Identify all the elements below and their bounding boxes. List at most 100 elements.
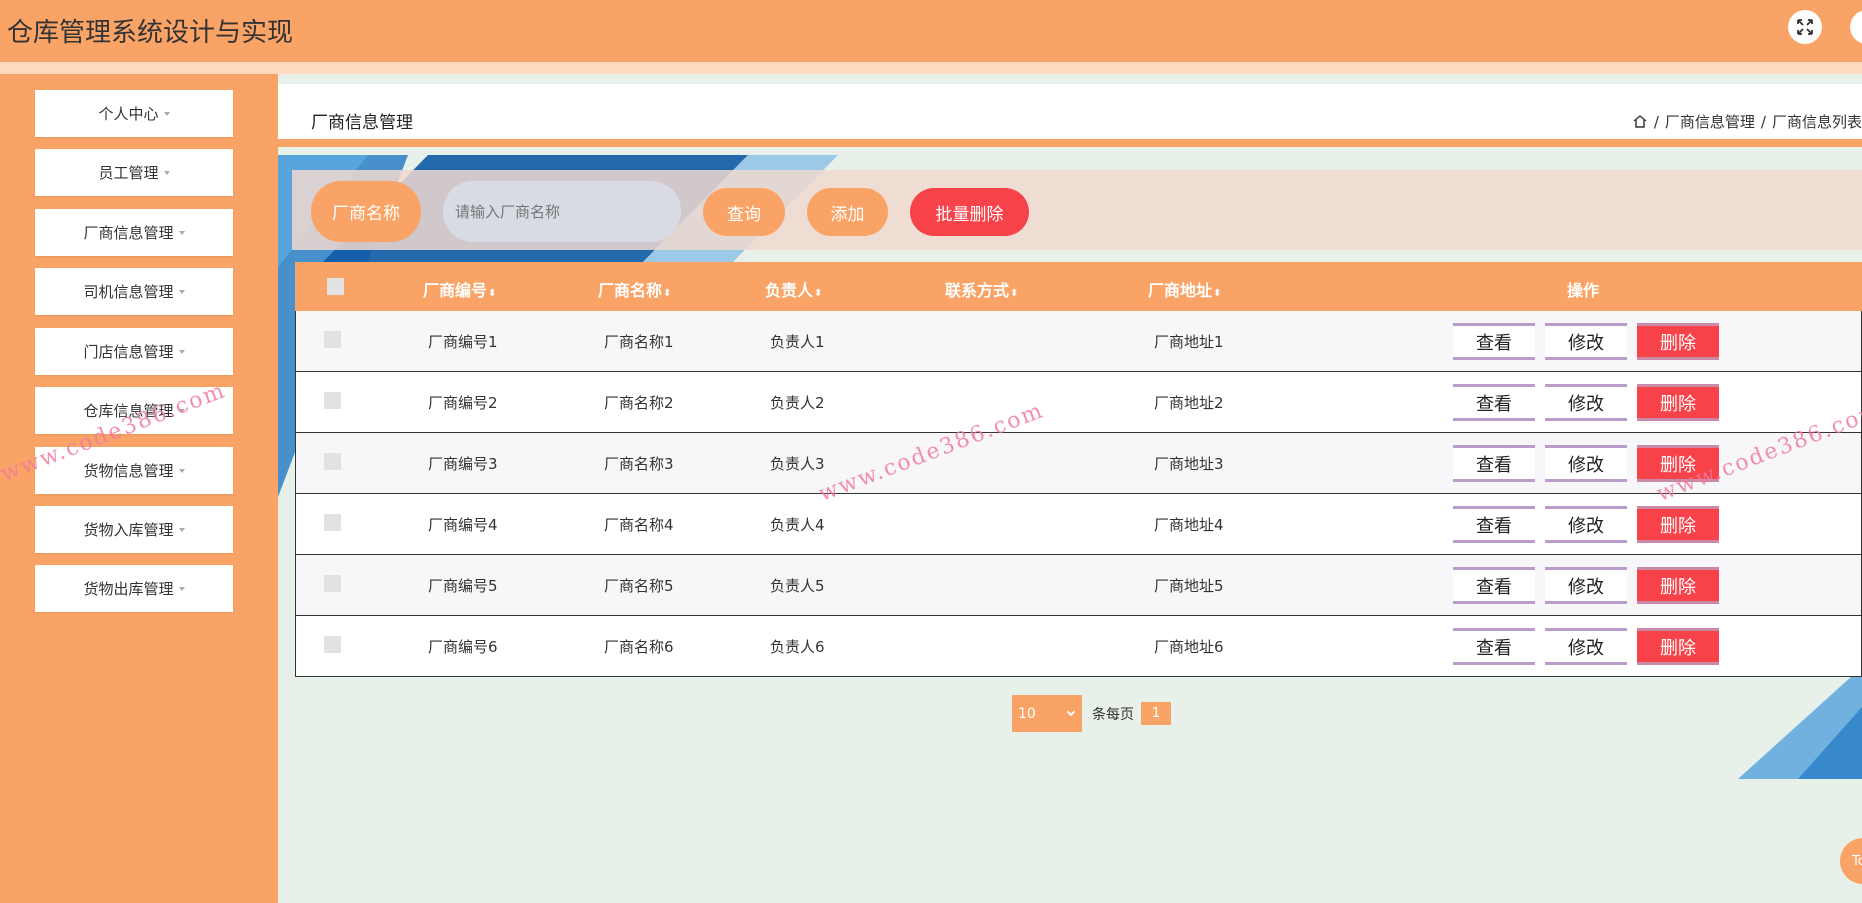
cell-owner: 负责人2 (770, 394, 825, 412)
delete-button[interactable]: 删除 (1637, 506, 1719, 543)
cell-owner: 负责人3 (770, 455, 825, 473)
column-header-label: 厂商名称 (598, 281, 663, 300)
cell-name: 厂商名称1 (604, 333, 674, 351)
view-button[interactable]: 查看 (1453, 384, 1535, 421)
edit-button[interactable]: 修改 (1545, 323, 1627, 360)
page-number-current[interactable]: 1 (1141, 702, 1171, 725)
sort-icon[interactable]: ⬍ (663, 288, 671, 299)
row-checkbox[interactable] (324, 453, 341, 470)
sidebar-item-stores[interactable]: 门店信息管理 (35, 328, 233, 375)
fullscreen-button[interactable] (1788, 10, 1822, 44)
sidebar-item-drivers[interactable]: 司机信息管理 (35, 268, 233, 315)
view-button[interactable]: 查看 (1453, 506, 1535, 543)
column-header-contact[interactable]: 联系方式⬍ (945, 277, 1018, 301)
column-header-owner[interactable]: 负责人⬍ (765, 277, 822, 301)
delete-button[interactable]: 删除 (1637, 567, 1719, 604)
chevron-down-icon (163, 170, 170, 175)
breadcrumb-item[interactable]: 厂商信息管理 (1665, 111, 1755, 132)
batch-delete-button[interactable]: 批量删除 (910, 188, 1029, 236)
cell-address: 厂商地址6 (1154, 638, 1224, 656)
cell-address: 厂商地址5 (1154, 577, 1224, 595)
search-field-label: 厂商名称 (311, 181, 421, 242)
cell-owner: 负责人6 (770, 638, 825, 656)
search-input[interactable] (443, 181, 681, 242)
edit-button[interactable]: 修改 (1545, 445, 1627, 482)
column-header-address[interactable]: 厂商地址⬍ (1148, 277, 1221, 301)
sidebar-item-goods-inbound[interactable]: 货物入库管理 (35, 506, 233, 553)
row-checkbox[interactable] (324, 514, 341, 531)
row-checkbox[interactable] (324, 575, 341, 592)
cell-code: 厂商编号1 (428, 333, 498, 351)
sidebar-item-label: 货物信息管理 (83, 462, 174, 480)
page-size-value: 10 (1018, 705, 1036, 722)
cell-owner: 负责人5 (770, 577, 825, 595)
table-row: 厂商编号4 厂商名称4 负责人4 厂商地址4 查看 修改 删除 (295, 494, 1862, 555)
cell-code: 厂商编号5 (428, 577, 498, 595)
table-row: 厂商编号5 厂商名称5 负责人5 厂商地址5 查看 修改 删除 (295, 555, 1862, 616)
cell-address: 厂商地址4 (1154, 516, 1224, 534)
chevron-down-icon (178, 349, 185, 354)
sidebar-item-goods-outbound[interactable]: 货物出库管理 (35, 565, 233, 612)
edit-button[interactable]: 修改 (1545, 384, 1627, 421)
breadcrumb-separator: / (1760, 112, 1766, 131)
expand-icon (1797, 19, 1813, 35)
row-checkbox[interactable] (324, 636, 341, 653)
home-icon[interactable] (1632, 114, 1648, 129)
sidebar-item-vendors[interactable]: 厂商信息管理 (35, 209, 233, 256)
table-row: 厂商编号2 厂商名称2 负责人2 厂商地址2 查看 修改 删除 (295, 372, 1862, 433)
cell-code: 厂商编号2 (428, 394, 498, 412)
sidebar-item-label: 货物出库管理 (83, 580, 174, 598)
per-page-label: 条每页 (1092, 707, 1134, 723)
chevron-down-icon (1066, 707, 1076, 717)
cell-name: 厂商名称4 (604, 516, 674, 534)
view-button[interactable]: 查看 (1453, 628, 1535, 665)
edit-button[interactable]: 修改 (1545, 506, 1627, 543)
sidebar-item-label: 门店信息管理 (83, 343, 174, 361)
breadcrumb: / 厂商信息管理 / 厂商信息列表 (1632, 111, 1862, 132)
row-checkbox[interactable] (324, 392, 341, 409)
column-header-code[interactable]: 厂商编号⬍ (423, 277, 496, 301)
select-all-checkbox[interactable] (327, 278, 344, 295)
view-button[interactable]: 查看 (1453, 445, 1535, 482)
delete-button[interactable]: 删除 (1637, 384, 1719, 421)
row-checkbox[interactable] (324, 331, 341, 348)
cell-code: 厂商编号3 (428, 455, 498, 473)
chevron-down-icon (178, 527, 185, 532)
edit-button[interactable]: 修改 (1545, 628, 1627, 665)
sidebar-item-label: 司机信息管理 (83, 283, 174, 301)
cell-name: 厂商名称5 (604, 577, 674, 595)
view-button[interactable]: 查看 (1453, 567, 1535, 604)
view-button[interactable]: 查看 (1453, 323, 1535, 360)
sidebar-item-personal-center[interactable]: 个人中心 (35, 90, 233, 137)
column-header-label: 联系方式 (945, 281, 1010, 300)
sort-icon[interactable]: ⬍ (488, 288, 496, 299)
table-row: 厂商编号6 厂商名称6 负责人6 厂商地址6 查看 修改 删除 (295, 616, 1862, 677)
cell-address: 厂商地址3 (1154, 455, 1224, 473)
query-button[interactable]: 查询 (703, 188, 785, 236)
edit-button[interactable]: 修改 (1545, 567, 1627, 604)
content-divider (278, 139, 1862, 147)
sidebar-item-label: 个人中心 (98, 105, 159, 123)
sidebar-item-employees[interactable]: 员工管理 (35, 149, 233, 196)
delete-button[interactable]: 删除 (1637, 323, 1719, 360)
sidebar-item-label: 货物入库管理 (83, 521, 174, 539)
cell-name: 厂商名称2 (604, 394, 674, 412)
column-header-actions: 操作 (1567, 281, 1600, 300)
sort-icon[interactable]: ⬍ (1010, 288, 1018, 299)
delete-button[interactable]: 删除 (1637, 628, 1719, 665)
cell-owner: 负责人4 (770, 516, 825, 534)
cell-address: 厂商地址1 (1154, 333, 1224, 351)
sort-icon[interactable]: ⬍ (814, 288, 822, 299)
page-title: 厂商信息管理 (311, 113, 413, 133)
chevron-down-icon (178, 289, 185, 294)
chevron-down-icon (178, 586, 185, 591)
sort-icon[interactable]: ⬍ (1213, 288, 1221, 299)
sidebar-item-label: 员工管理 (98, 164, 159, 182)
user-menu-button[interactable] (1850, 10, 1862, 44)
chevron-down-icon (178, 468, 185, 473)
cell-code: 厂商编号6 (428, 638, 498, 656)
cell-address: 厂商地址2 (1154, 394, 1224, 412)
column-header-name[interactable]: 厂商名称⬍ (598, 277, 671, 301)
add-button[interactable]: 添加 (807, 188, 888, 236)
page-size-select[interactable]: 10 (1012, 695, 1082, 732)
